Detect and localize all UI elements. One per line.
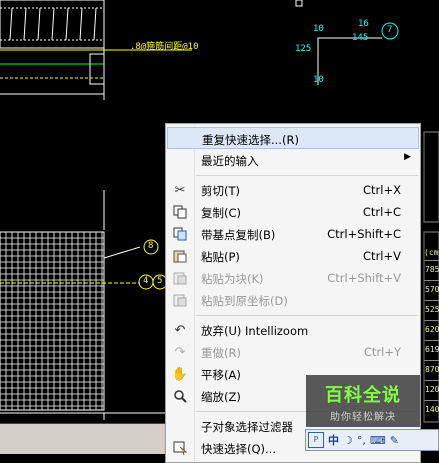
ime-language-toggle[interactable]: 中 [328,432,339,448]
dimension-16: 16 [358,19,369,29]
dimension-10-bottom: 10 [313,75,324,85]
table-header: (cm) [424,248,439,257]
paste-icon [172,248,188,264]
copy-base-point-icon [172,226,188,242]
menu-item-paste-to-original-coords[interactable]: 粘贴到原坐标(D) [167,289,419,311]
callout-7-label: 7 [387,25,393,35]
table-cell: 620 [424,320,439,340]
paste-original-icon [172,292,188,308]
ime-keyboard-icon[interactable]: ⌨ [370,434,386,447]
copy-icon [172,204,188,220]
zoom-magnifier-icon [172,388,188,404]
table-cell: 120 [424,380,439,400]
watermark-title: 百科全说 [325,385,401,406]
callout-5-label: 5 [157,276,163,286]
menu-item-recent-input[interactable]: 最近的输入 ▶ [167,149,419,171]
ime-halfwidth-moon-icon[interactable]: ☽ [343,434,353,447]
scissors-icon: ✂ [174,182,186,198]
pan-hand-icon: ✋ [171,366,189,382]
dimension-10-top: 10 [313,24,324,34]
table-cell: 870 [424,360,439,380]
watermark-subtitle: 助你轻松解决 [330,412,396,423]
table-cell: 619 [424,340,439,360]
menu-item-undo[interactable]: ↶ 放弃(U) Intellizoom [167,319,419,341]
menu-item-paste[interactable]: 粘贴(P) Ctrl+V [167,245,419,267]
callout-8-label: 8 [148,241,154,251]
menu-item-copy[interactable]: 复制(C) Ctrl+C [167,201,419,223]
table-cell: 525 [424,300,439,320]
dimension-125: 125 [295,44,312,54]
menu-item-cut[interactable]: ✂ 剪切(T) Ctrl+X [167,179,419,201]
watermark-badge: 百科全说 助你轻松解决 [306,375,420,427]
menu-item-copy-with-base-point[interactable]: 带基点复制(B) Ctrl+Shift+C [167,223,419,245]
table-cell: 785 [424,260,439,280]
menu-item-paste-as-block[interactable]: 粘贴为块(K) Ctrl+Shift+V [167,267,419,289]
ime-logo-icon[interactable]: P [308,432,324,448]
callout-4-label: 4 [143,276,149,286]
ime-toolbar[interactable]: P 中 ☽ °, ⌨ ✎ [305,429,439,451]
table-cell: 140 [424,400,439,420]
rebar-spacing-label: .8@箍筋间距@10 [130,42,199,52]
rebar-mesh-grid [0,231,105,411]
redo-icon: ↷ [174,344,186,360]
paste-block-icon [172,270,188,286]
ime-hint-icon[interactable]: ✎ [390,434,399,447]
submenu-arrow-icon: ▶ [404,152,411,162]
dimension-145: 145 [352,33,369,43]
rebar-shape-detail [317,37,382,85]
undo-icon: ↶ [174,322,186,338]
menu-item-repeat-quick-select[interactable]: 重复快速选择...(R) [167,127,419,149]
rebar-strip-top [0,0,105,49]
table-cell: 570 [424,280,439,300]
menu-item-redo[interactable]: ↷ 重做(R) Ctrl+Y [167,341,419,363]
ime-punctuation-toggle[interactable]: °, [357,434,366,447]
